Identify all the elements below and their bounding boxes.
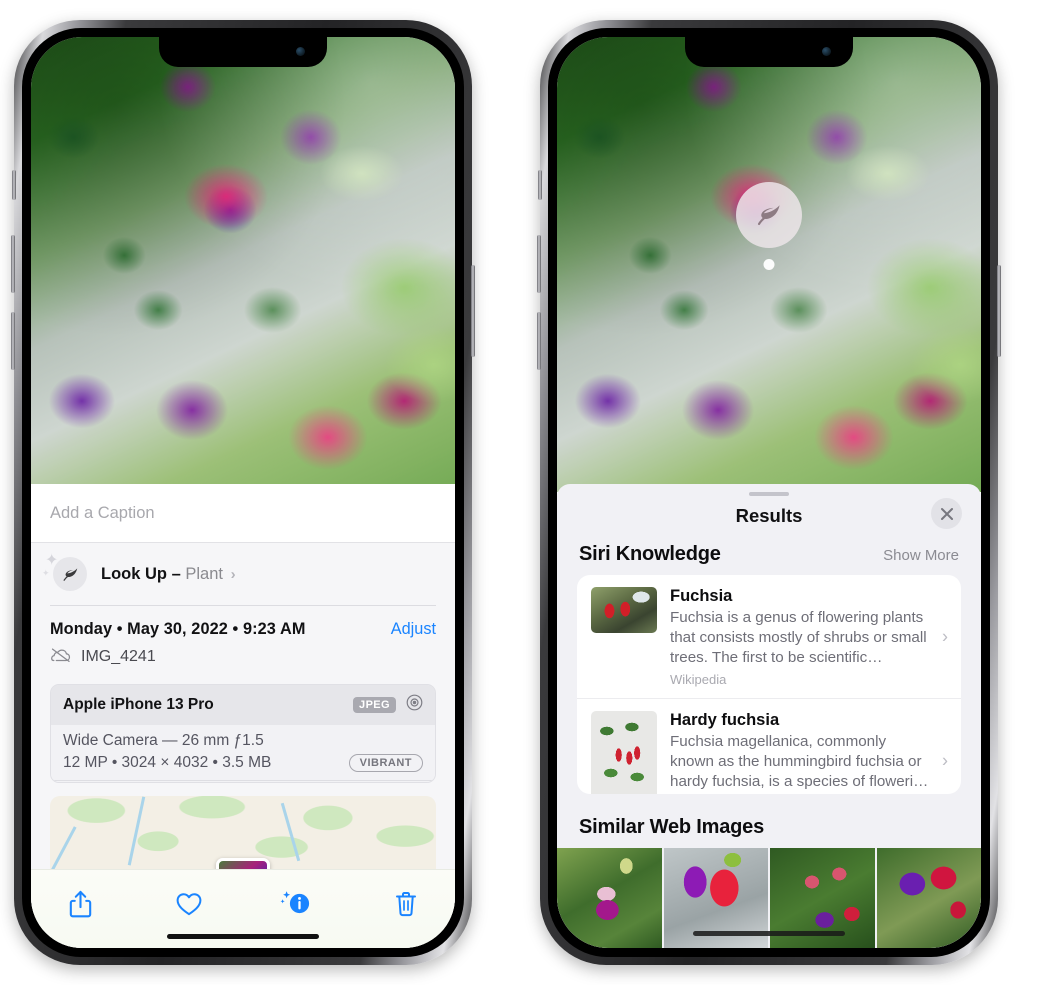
photo-filename: IMG_4241 xyxy=(81,648,156,666)
photo-fuchsia-left[interactable] xyxy=(31,37,455,492)
results-sheet: Results Siri Knowledge Show More Fuchsia… xyxy=(557,484,981,948)
volume-up-button[interactable] xyxy=(537,235,541,293)
volume-down-button[interactable] xyxy=(11,312,15,370)
visual-look-up-badge[interactable] xyxy=(736,182,802,248)
similar-web-images-header: Similar Web Images xyxy=(557,794,981,848)
siri-knowledge-header: Siri Knowledge Show More xyxy=(557,543,981,575)
chevron-right-icon: › xyxy=(230,565,236,583)
map-photo-pin[interactable] xyxy=(216,857,270,870)
web-image-thumbnail[interactable] xyxy=(557,848,662,948)
camera-size-line: 12 MP • 3024 × 4032 • 3.5 MB xyxy=(63,753,272,771)
delete-button[interactable] xyxy=(381,884,431,924)
right-phone-bezel: Results Siri Knowledge Show More Fuchsia… xyxy=(548,28,990,957)
knowledge-row[interactable]: Fuchsia Fuchsia is a genus of flowering … xyxy=(577,575,961,698)
web-image-thumbnail[interactable] xyxy=(876,848,981,948)
home-indicator[interactable] xyxy=(167,934,319,939)
knowledge-source: Wikipedia xyxy=(670,672,727,688)
leaf-icon xyxy=(757,205,780,226)
knowledge-description: Fuchsia is a genus of flowering plants t… xyxy=(670,609,927,667)
photo-toolbar xyxy=(31,869,455,948)
knowledge-text: Hardy fuchsia Fuchsia magellanica, commo… xyxy=(670,711,947,794)
power-button[interactable] xyxy=(471,265,475,357)
front-camera-icon xyxy=(296,47,305,56)
filename-row: IMG_4241 xyxy=(50,647,436,668)
camera-card-header: Apple iPhone 13 Pro JPEG xyxy=(51,684,435,725)
photo-date: Monday • May 30, 2022 • 9:23 AM xyxy=(50,619,306,638)
photo-metadata: Monday • May 30, 2022 • 9:23 AM Adjust I… xyxy=(31,606,455,679)
camera-lens-line: Wide Camera — 26 mm ƒ1.5 xyxy=(63,731,264,749)
silent-switch[interactable] xyxy=(12,170,16,200)
look-up-row[interactable]: ✦ ✦ Look Up – Plant › xyxy=(31,543,455,605)
knowledge-title: Hardy fuchsia xyxy=(670,711,780,730)
notch xyxy=(685,37,853,67)
look-up-title: Look Up – xyxy=(101,564,181,583)
left-phone-device: Add a Caption ✦ ✦ Look Up – Plant › Mond… xyxy=(11,20,475,965)
knowledge-description: Fuchsia magellanica, commonly known as t… xyxy=(670,733,929,791)
close-icon xyxy=(940,507,953,520)
knowledge-thumbnail xyxy=(591,711,657,794)
left-phone-screen: Add a Caption ✦ ✦ Look Up – Plant › Mond… xyxy=(31,37,455,948)
camera-card-body: Wide Camera — 26 mm ƒ1.5 12 MP • 3024 × … xyxy=(51,724,435,780)
knowledge-thumbnail xyxy=(591,587,657,634)
knowledge-text: Fuchsia Fuchsia is a genus of flowering … xyxy=(670,587,947,687)
exif-row: ISO 50 26 mm 0 ev ƒ1.5 1/181 s xyxy=(51,779,435,782)
camera-device-name: Apple iPhone 13 Pro xyxy=(63,695,214,713)
format-badge: JPEG xyxy=(353,696,396,713)
info-button[interactable] xyxy=(272,884,322,924)
map-road xyxy=(281,802,301,862)
knowledge-title: Fuchsia xyxy=(670,587,733,606)
metadata-top-row: Monday • May 30, 2022 • 9:23 AM Adjust xyxy=(50,620,436,639)
volume-down-button[interactable] xyxy=(537,312,541,370)
photo-info-sheet: Add a Caption ✦ ✦ Look Up – Plant › Mond… xyxy=(31,484,455,948)
siri-knowledge-card: Fuchsia Fuchsia is a genus of flowering … xyxy=(577,575,961,794)
show-more-button[interactable]: Show More xyxy=(883,547,959,564)
knowledge-row[interactable]: Hardy fuchsia Fuchsia magellanica, commo… xyxy=(577,698,961,794)
right-phone-screen: Results Siri Knowledge Show More Fuchsia… xyxy=(557,37,981,948)
sparkle-icon: ✦ xyxy=(45,552,59,569)
map-road xyxy=(50,826,77,870)
screenshot-stage: Add a Caption ✦ ✦ Look Up – Plant › Mond… xyxy=(0,0,1055,985)
chevron-right-icon: › xyxy=(942,626,948,647)
adjust-button[interactable]: Adjust xyxy=(391,620,436,639)
photographic-style-badge: VIBRANT xyxy=(348,753,423,772)
left-phone-bezel: Add a Caption ✦ ✦ Look Up – Plant › Mond… xyxy=(22,28,464,957)
cloud-slash-icon xyxy=(50,647,72,668)
right-phone-device: Results Siri Knowledge Show More Fuchsia… xyxy=(537,20,1001,965)
favorite-button[interactable] xyxy=(164,884,214,924)
sparkle-small-icon: ✦ xyxy=(42,568,50,578)
results-header: Results xyxy=(557,496,981,543)
camera-card-header-right: JPEG xyxy=(353,693,424,717)
siri-knowledge-title: Siri Knowledge xyxy=(579,543,721,566)
similar-web-images-title: Similar Web Images xyxy=(579,816,764,838)
power-button[interactable] xyxy=(997,265,1001,357)
caption-row[interactable]: Add a Caption xyxy=(31,484,455,543)
front-camera-icon xyxy=(822,47,831,56)
location-map[interactable] xyxy=(50,795,436,870)
share-button[interactable] xyxy=(55,884,105,924)
aperture-icon xyxy=(405,693,424,717)
silent-switch[interactable] xyxy=(538,170,542,200)
results-title: Results xyxy=(735,505,803,527)
volume-up-button[interactable] xyxy=(11,235,15,293)
home-indicator[interactable] xyxy=(693,931,845,936)
look-up-label: Look Up – Plant › xyxy=(101,565,236,584)
caption-input[interactable]: Add a Caption xyxy=(50,504,436,523)
camera-info-card: Apple iPhone 13 Pro JPEG Wide Camera — 2… xyxy=(50,683,436,783)
camera-size-row: 12 MP • 3024 × 4032 • 3.5 MB VIBRANT xyxy=(63,753,423,772)
look-up-subject: Plant xyxy=(185,564,223,583)
visual-look-up-anchor-dot xyxy=(763,259,775,270)
map-road xyxy=(127,796,146,866)
notch xyxy=(159,37,327,67)
chevron-right-icon: › xyxy=(942,750,948,771)
